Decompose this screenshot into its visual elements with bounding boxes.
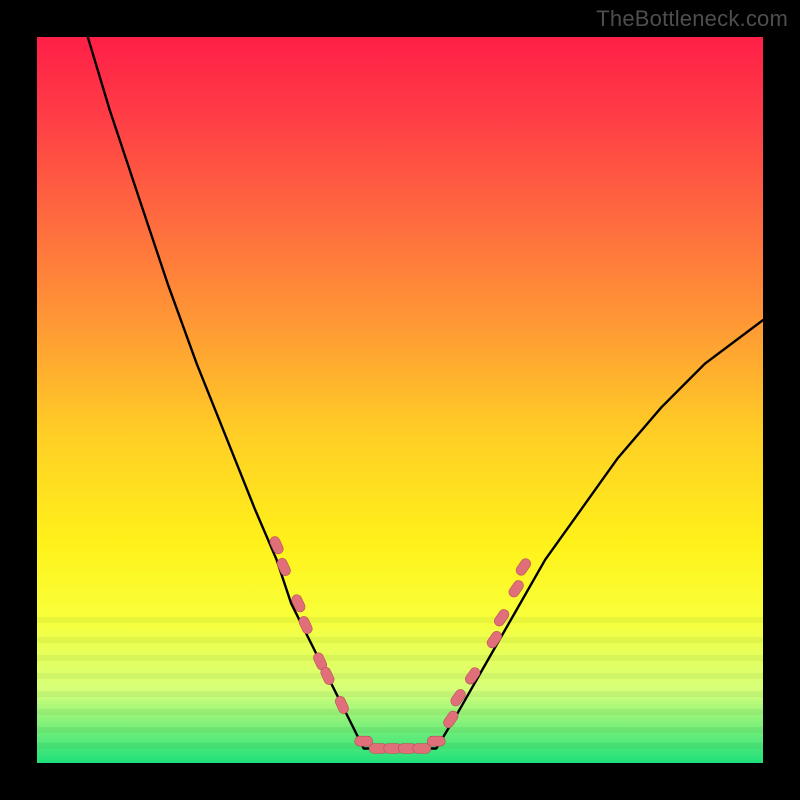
data-marker <box>275 557 292 578</box>
plot-area <box>37 37 763 763</box>
data-marker <box>290 593 307 614</box>
data-marker <box>297 615 314 636</box>
data-marker <box>449 687 468 707</box>
data-marker <box>507 579 526 599</box>
data-marker <box>334 695 351 716</box>
chart-frame: TheBottleneck.com <box>0 0 800 800</box>
bottleneck-curve <box>88 37 763 749</box>
data-marker <box>427 736 445 746</box>
curve-svg <box>37 37 763 763</box>
data-markers <box>268 535 532 754</box>
data-marker <box>268 535 285 556</box>
data-marker <box>413 744 431 754</box>
data-marker <box>514 557 533 577</box>
watermark-label: TheBottleneck.com <box>596 6 788 32</box>
data-marker <box>355 736 373 746</box>
